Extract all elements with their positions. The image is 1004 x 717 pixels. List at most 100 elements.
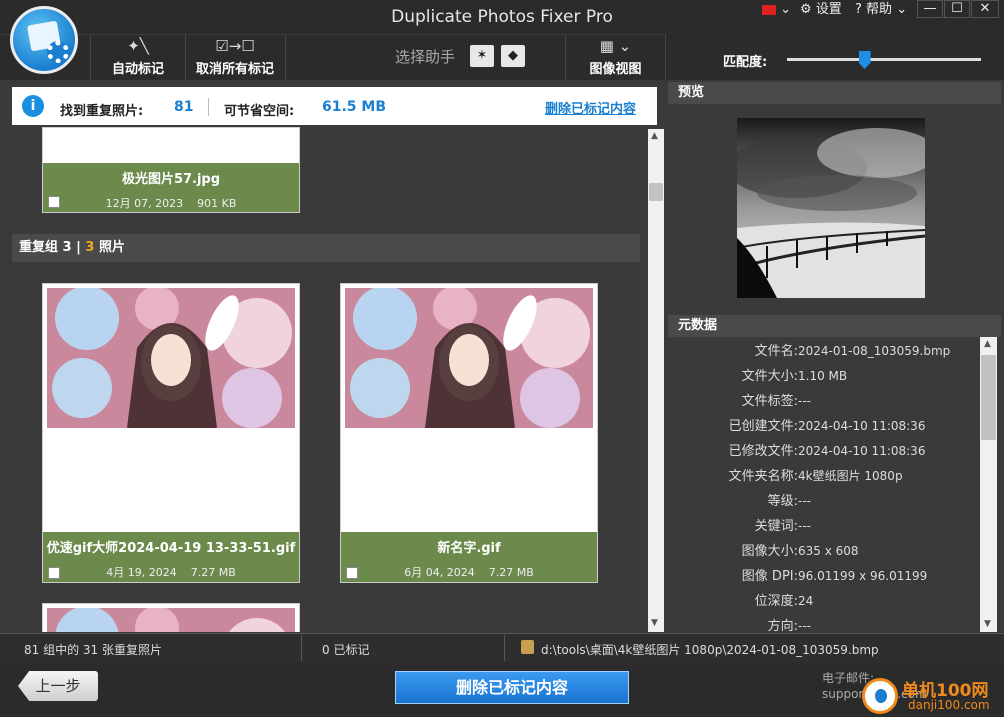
help-menu[interactable]: ? 帮助 ⌄ [855,0,907,20]
metadata-key: 关键词: [754,519,798,534]
selection-assistant-label: 选择助手 [395,48,456,66]
watermark: 单机100网 danji100.com [862,676,1002,716]
metadata-key: 文件标签: [741,394,798,409]
file-name: 优速gif大师2024-04-19 13-33-51.gif [46,541,296,556]
unmark-all-button[interactable]: ☑→☐ 取消所有标记 [186,34,284,80]
divider [285,34,286,80]
metadata-row: 位深度: 24 [668,589,980,614]
file-meta: 6月 04, 2024 7.27 MB [341,564,597,580]
file-size: 901 KB [197,197,237,210]
file-date: 6月 04, 2024 [404,566,475,579]
mark-checkbox[interactable] [346,567,358,579]
metadata-scrollbar-thumb[interactable] [981,355,996,440]
poster-image [47,288,295,428]
group-title: 重复组 3 | [19,240,81,255]
file-date: 4月 19, 2024 [106,566,177,579]
maximize-button[interactable]: ☐ [944,0,970,18]
watermark-logo-icon [862,678,898,714]
metadata-row: 等级: --- [668,489,980,514]
chevron-down-icon: ⌄ [780,2,792,17]
app-logo-icon [10,6,78,74]
mark-checkbox[interactable] [48,196,60,208]
metadata-key: 文件夹名称: [728,469,798,484]
metadata-row: 关键词: --- [668,514,980,539]
gear-icon: ⚙ [800,2,812,17]
metadata-value: --- [798,519,811,533]
grid-scrollbar[interactable] [648,129,664,632]
metadata-value: 1.10 MB [798,369,848,383]
app-title: Duplicate Photos Fixer Pro [391,7,613,27]
metadata-key: 图像 DPI: [741,569,798,584]
flag-icon [762,4,776,15]
minimize-button[interactable]: — [917,0,943,18]
metadata-row: 文件名: 2024-01-08_103059.bmp [668,339,980,364]
watermark-mark [875,689,887,703]
grid-view-icon: ▦ ⌄ [599,37,632,55]
metadata-row: 图像大小: 635 x 608 [668,539,980,564]
divider [301,635,302,661]
preview-image [737,118,925,298]
auto-mark-label: 自动标记 [111,62,164,77]
settings-menu[interactable]: ⚙ 设置 [800,0,842,20]
language-flag-dropdown[interactable]: ⌄ [762,0,794,20]
photo-card[interactable]: 极光图片57.jpg 12月 07, 2023 901 KB [42,127,300,213]
photo-card[interactable] [42,603,300,632]
metadata-list: 文件名: 2024-01-08_103059.bmp 文件大小: 1.10 MB 文… [668,337,980,632]
photo-card[interactable]: 优速gif大师2024-04-19 13-33-51.gif 4月 19, 20… [42,283,300,583]
file-meta: 12月 07, 2023 901 KB [43,195,299,211]
metadata-key: 等级: [767,494,798,509]
metadata-value: 24 [798,594,814,608]
metadata-key: 方向: [767,619,798,632]
group-suffix: 照片 [98,240,125,255]
file-meta: 4月 19, 2024 7.27 MB [43,564,299,580]
divider [208,98,209,116]
thumbnail [43,128,299,163]
poster-image [47,608,295,632]
metadata-value: 2024-04-10 11:08:36 [798,444,926,458]
match-level-slider[interactable] [787,58,981,61]
image-view-label: 图像视图 [589,62,642,77]
delete-marked-button[interactable]: 删除已标记内容 [395,671,629,704]
metadata-value: 96.01199 x 96.01199 [798,569,928,583]
scroll-down-icon[interactable]: ▼ [651,618,658,628]
eraser-icon[interactable]: ◆ [501,45,525,67]
metadata-value: --- [798,619,811,632]
scroll-up-icon[interactable]: ▲ [984,339,991,349]
metadata-key: 文件大小: [741,369,798,384]
scroll-down-icon[interactable]: ▼ [984,619,991,629]
thumbnail [47,608,295,632]
match-panel [665,34,1004,80]
mark-checkbox[interactable] [48,567,60,579]
metadata-row: 文件标签: --- [668,389,980,414]
space-saved-label: 可节省空间: [224,104,295,119]
metadata-value: 635 x 608 [798,544,859,558]
preview-header: 预览 [668,82,1001,104]
photo-card[interactable]: 新名字.gif 6月 04, 2024 7.27 MB [340,283,598,583]
metadata-key: 已修改文件: [728,444,798,459]
unmark-all-label: 取消所有标记 [195,62,274,77]
unmark-icon: ☑→☐ [215,37,255,55]
status-summary: 81 组中的 31 张重复照片 [24,643,162,657]
magic-wand-icon[interactable]: ✶ [470,45,494,67]
space-saved-value: 61.5 MB [322,99,387,115]
watermark-domain: danji100.com [908,698,990,712]
preview-panel [668,104,1001,314]
scroll-up-icon[interactable]: ▲ [651,131,658,141]
delete-marked-link[interactable]: 删除已标记内容 [545,98,636,117]
back-button[interactable]: 上一步 [18,671,98,701]
metadata-row: 文件夹名称: 4k壁纸图片 1080p [668,464,980,489]
file-name: 极光图片57.jpg [121,172,221,187]
duplicates-found-value: 81 [174,99,194,115]
file-date: 12月 07, 2023 [105,197,184,210]
auto-mark-button[interactable]: ✦╲ 自动标记 [91,34,185,80]
group-header: 重复组 3 | 3 照片 [12,234,640,262]
group-count: 3 [85,240,95,255]
status-marked: 0 已标记 [322,643,370,657]
close-button[interactable]: ✕ [971,0,999,18]
match-level-label: 匹配度: [723,55,768,70]
image-view-button[interactable]: ▦ ⌄ 图像视图 [566,34,665,80]
grid-scrollbar-thumb[interactable] [649,183,663,201]
file-size: 7.27 MB [190,566,236,579]
metadata-key: 文件名: [754,344,798,359]
metadata-row: 已创建文件: 2024-04-10 11:08:36 [668,414,980,439]
